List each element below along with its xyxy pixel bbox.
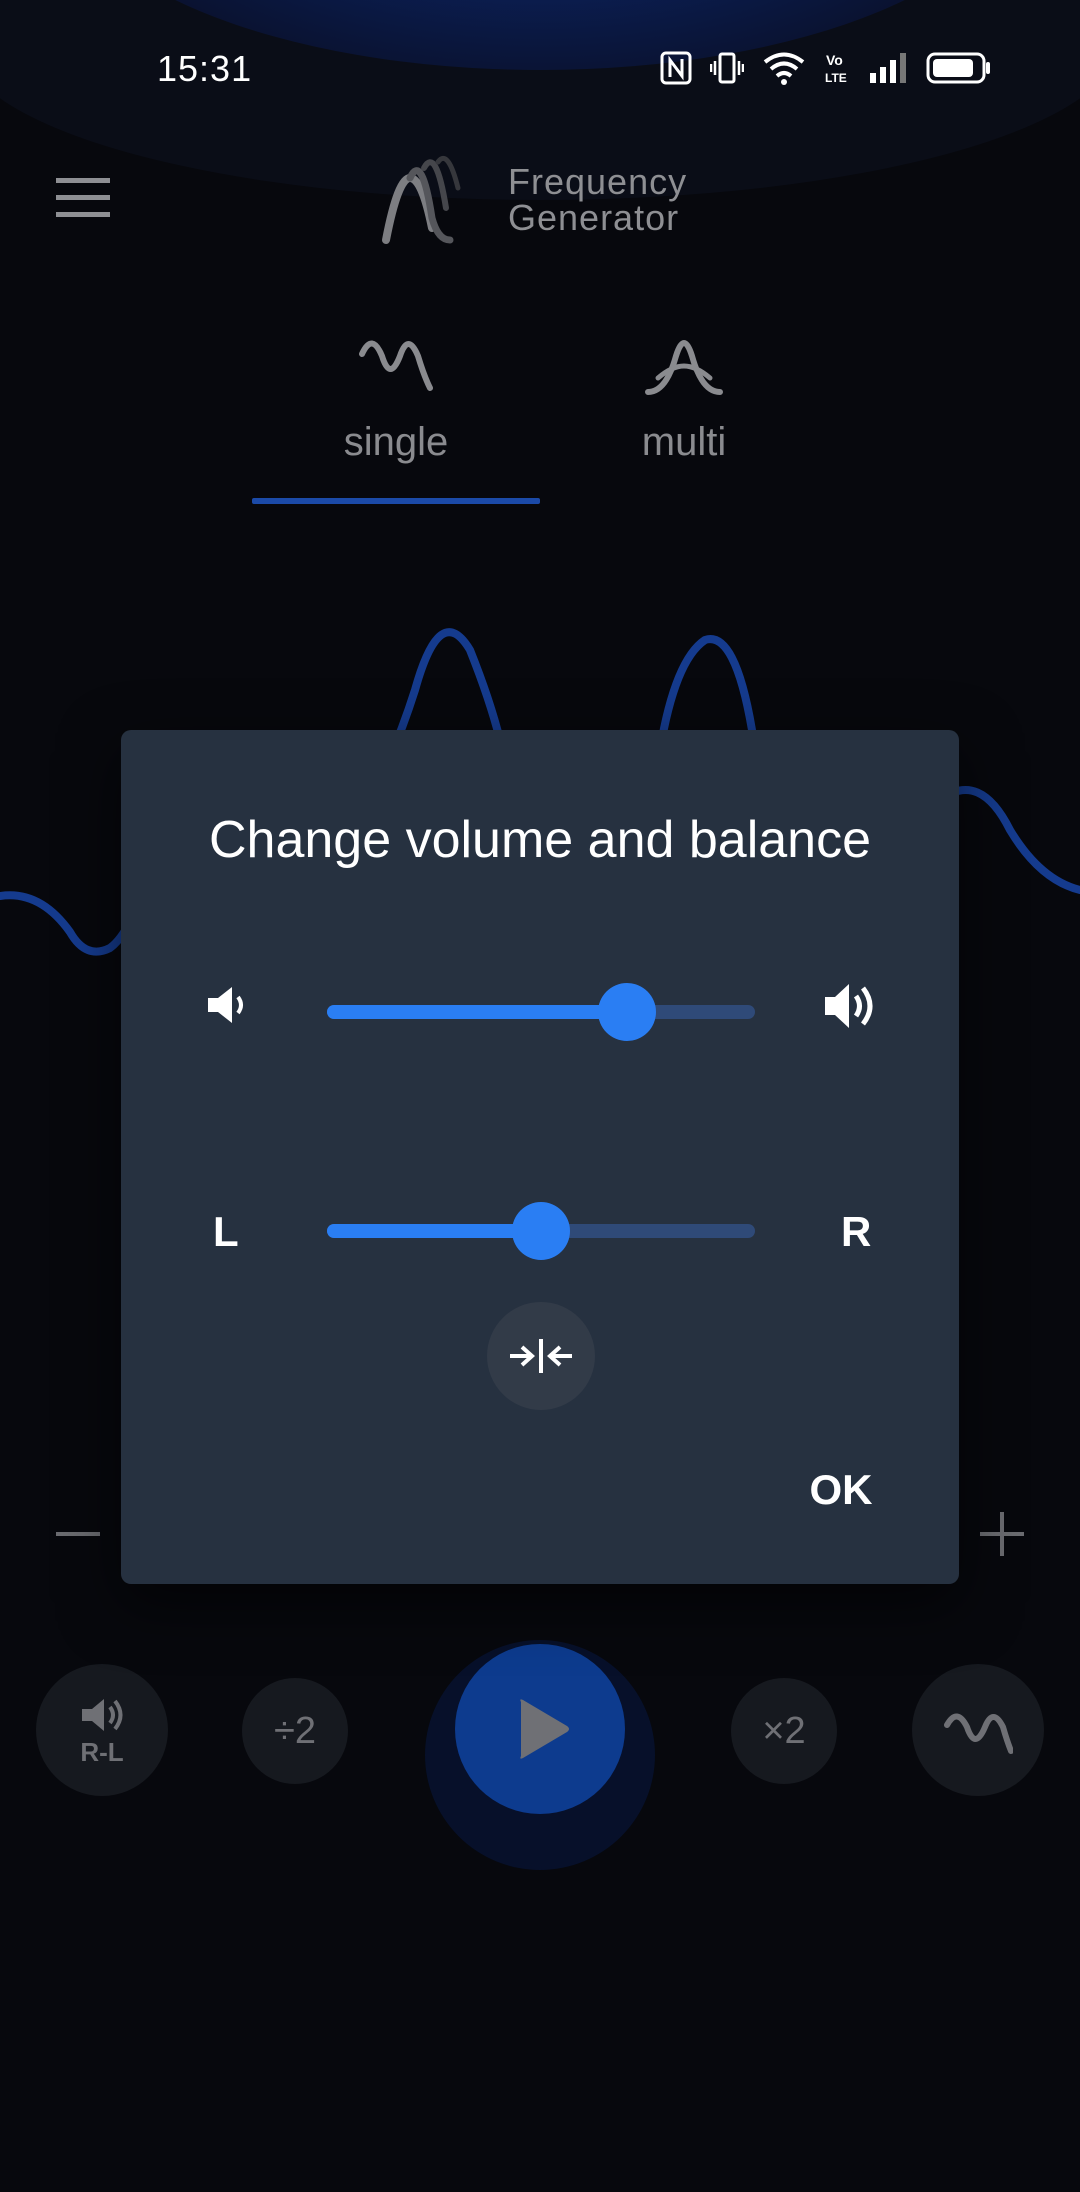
waveform-select-button[interactable] bbox=[912, 1664, 1044, 1796]
balance-slider[interactable] bbox=[327, 1202, 755, 1260]
volume-slider-thumb[interactable] bbox=[597, 983, 656, 1041]
play-icon bbox=[520, 1699, 569, 1759]
multi-wave-icon bbox=[644, 326, 724, 396]
mode-tabs: single multi bbox=[252, 310, 828, 510]
battery-icon bbox=[926, 50, 992, 86]
status-time: 15:31 bbox=[157, 48, 253, 89]
svg-text:Vo: Vo bbox=[826, 52, 843, 68]
swap-label: R-L bbox=[80, 1737, 124, 1767]
balance-right-label: R bbox=[841, 1208, 872, 1255]
minus-icon[interactable] bbox=[56, 1532, 100, 1536]
balance-slider-fill bbox=[327, 1224, 541, 1238]
app-title-line2: Generator bbox=[508, 197, 680, 238]
volte-icon: Vo LTE bbox=[824, 50, 850, 86]
multiply-frequency-button[interactable]: ×2 bbox=[731, 1678, 837, 1784]
tab-indicator bbox=[252, 498, 540, 504]
volume-slider-fill bbox=[327, 1005, 627, 1019]
vibrate-icon bbox=[710, 50, 744, 86]
multiply-label: ×2 bbox=[762, 1709, 806, 1752]
center-balance-icon bbox=[510, 1339, 572, 1373]
hamburger-menu-icon[interactable] bbox=[54, 176, 114, 220]
volume-slider[interactable] bbox=[327, 983, 755, 1041]
status-icons: Vo LTE bbox=[660, 50, 992, 86]
dialog-title: Change volume and balance bbox=[208, 811, 872, 869]
single-wave-icon bbox=[356, 326, 436, 396]
swap-channels-button[interactable]: R-L bbox=[36, 1664, 168, 1796]
app-title-line1: Frequency bbox=[508, 161, 688, 202]
nfc-icon bbox=[660, 50, 692, 86]
plus-icon-v bbox=[1000, 1512, 1004, 1556]
center-balance-button[interactable] bbox=[487, 1302, 595, 1410]
divide-frequency-button[interactable]: ÷2 bbox=[242, 1678, 348, 1784]
speaker-icon bbox=[82, 1699, 123, 1731]
divide-label: ÷2 bbox=[274, 1709, 316, 1752]
volume-balance-dialog: Change volume and balance L R OK bbox=[121, 730, 959, 1584]
volume-high-icon bbox=[821, 976, 881, 1036]
ok-button[interactable]: OK bbox=[771, 1450, 911, 1530]
signal-icon bbox=[868, 50, 908, 86]
sine-wave-icon bbox=[944, 1713, 1013, 1754]
status-bar: 15:31 Vo LTE bbox=[0, 0, 1080, 140]
app-header: Frequency Generator bbox=[0, 130, 1080, 260]
playback-controls: R-L ÷2 ×2 bbox=[0, 1640, 1080, 1870]
balance-left-label: L bbox=[213, 1208, 239, 1255]
wifi-icon bbox=[762, 50, 806, 86]
swap-channels-content: R-L bbox=[78, 1695, 126, 1765]
balance-slider-thumb[interactable] bbox=[512, 1202, 570, 1260]
volume-low-icon bbox=[201, 980, 251, 1030]
app-title: Frequency Generator bbox=[508, 164, 687, 236]
tab-single[interactable]: single bbox=[252, 310, 540, 504]
svg-text:LTE: LTE bbox=[825, 71, 847, 85]
tab-multi-label: multi bbox=[641, 420, 727, 464]
play-button[interactable] bbox=[455, 1644, 625, 1814]
tab-multi[interactable]: multi bbox=[540, 310, 828, 500]
frequency-generator-logo bbox=[380, 148, 500, 248]
tab-single-label: single bbox=[343, 420, 449, 464]
